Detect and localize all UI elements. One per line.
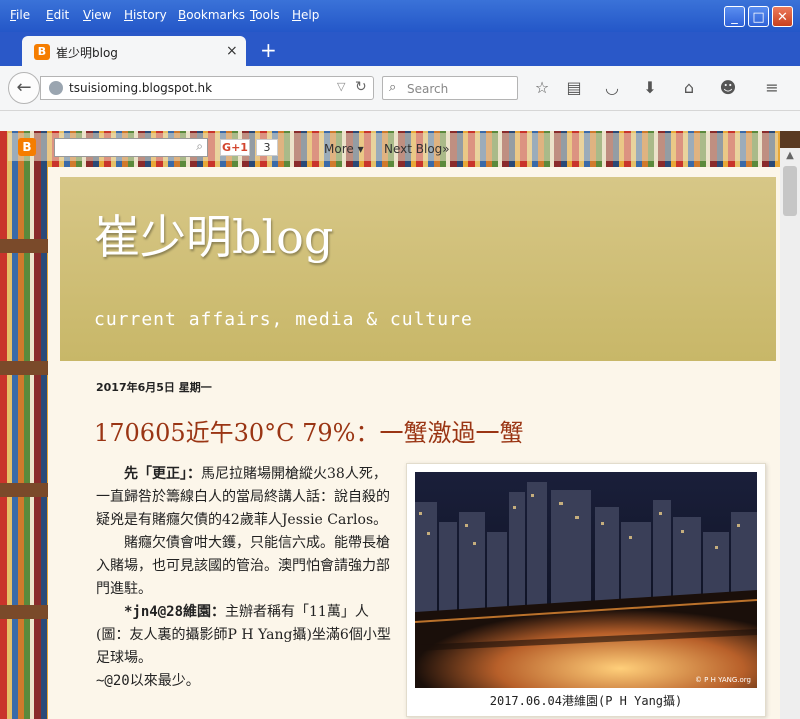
globe-icon: [49, 81, 63, 95]
post-title[interactable]: 170605近午30°C 79%：一蟹激過一蟹: [94, 413, 524, 448]
photo-watermark: © P H YANG.org: [695, 676, 751, 684]
tab-close-icon[interactable]: ×: [226, 43, 238, 59]
search-placeholder: Search: [407, 82, 449, 96]
post-body: 先「更正」：馬尼拉賭場開槍縱火38人死，一直歸咎於籌線白人的當局終講人話：說自殺…: [96, 463, 396, 693]
hamburger-menu-icon[interactable]: ≡: [762, 78, 782, 98]
blog-content: 崔少明blog current affairs, media & culture…: [48, 167, 780, 719]
next-blog-link[interactable]: Next Blog»: [384, 142, 450, 156]
paragraph-text: 賭癮欠債會咁大鑊，只能信六成。能帶長槍入賭場，也可見該國的管治。澳門怕會請強力部…: [96, 535, 390, 597]
bookmarks-bar: [0, 111, 800, 131]
vigil-photo[interactable]: © P H YANG.org: [415, 472, 757, 688]
vertical-scrollbar[interactable]: ▲: [780, 148, 800, 719]
tab-title: 崔少明blog: [56, 46, 118, 60]
post-figure: © P H YANG.org 2017.06.04港維園(P H Yang攝): [406, 463, 766, 717]
paragraph-text: ~@20以來最少。: [96, 673, 200, 689]
menu-edit[interactable]: Edit: [46, 8, 69, 22]
menu-tools[interactable]: Tools: [250, 8, 280, 22]
minimize-button[interactable]: _: [724, 6, 745, 27]
search-icon[interactable]: ⌕: [196, 139, 203, 154]
menu-history[interactable]: History: [124, 8, 167, 22]
reading-list-icon[interactable]: ▤: [564, 78, 584, 98]
more-menu[interactable]: More ▾: [324, 142, 364, 156]
back-arrow-icon: ←: [16, 77, 32, 98]
search-icon: ⌕: [389, 80, 397, 95]
gplus-count: 3: [256, 139, 278, 156]
vigil-photo-image: © P H YANG.org: [415, 472, 757, 688]
blog-title[interactable]: 崔少明blog: [94, 201, 333, 267]
page-viewport: B ⌕ G+1 3 More ▾ Next Blog» 崔少明blog curr…: [0, 131, 800, 719]
scroll-up-icon[interactable]: ▲: [780, 148, 800, 164]
paragraph-lead: *jn4@28維園：: [124, 604, 226, 620]
blogger-logo-icon[interactable]: B: [18, 138, 36, 156]
pocket-icon[interactable]: ◡: [602, 78, 622, 98]
url-dropdown-icon[interactable]: ▽: [337, 80, 345, 93]
paragraph: 先「更正」：馬尼拉賭場開槍縱火38人死，一直歸咎於籌線白人的當局終講人話：說自殺…: [96, 463, 396, 532]
reload-icon[interactable]: ↻: [355, 79, 367, 95]
url-bar[interactable]: tsuisioming.blogspot.hk ▽ ↻: [40, 76, 374, 100]
tab-active[interactable]: B 崔少明blog ×: [22, 36, 246, 68]
gplus-button[interactable]: G+1: [220, 139, 250, 156]
menu-bookmarks[interactable]: Bookmarks: [178, 8, 245, 22]
blog-description: current affairs, media & culture: [94, 309, 473, 330]
blog-search-input[interactable]: ⌕: [54, 138, 208, 157]
search-input[interactable]: ⌕ Search: [382, 76, 518, 100]
url-text[interactable]: tsuisioming.blogspot.hk: [69, 81, 212, 95]
menu-file[interactable]: File: [10, 8, 30, 22]
figure-caption: 2017.06.04港維園(P H Yang攝): [489, 694, 683, 708]
close-window-button[interactable]: ✕: [772, 6, 793, 27]
paragraph: ~@20以來最少。: [96, 670, 396, 693]
post-date: 2017年6月5日 星期一: [96, 381, 212, 394]
scrollbar-thumb[interactable]: [783, 166, 797, 216]
menu-view[interactable]: View: [83, 8, 111, 22]
menu-help[interactable]: Help: [292, 8, 319, 22]
new-tab-button[interactable]: +: [260, 40, 277, 60]
blogger-favicon-icon: B: [34, 44, 50, 60]
paragraph: 賭癮欠債會咁大鑊，只能信六成。能帶長槍入賭場，也可見該國的管治。澳門怕會請強力部…: [96, 532, 396, 601]
home-icon[interactable]: ⌂: [679, 78, 699, 98]
maximize-button[interactable]: □: [748, 6, 769, 27]
blogger-navbar: B ⌕ G+1 3 More ▾ Next Blog»: [8, 133, 778, 161]
chat-icon[interactable]: ☻: [718, 78, 738, 98]
downloads-icon[interactable]: ⬇: [640, 78, 660, 98]
paragraph-lead: 先「更正」：: [124, 466, 201, 482]
back-button[interactable]: ←: [8, 72, 40, 104]
blog-header: 崔少明blog current affairs, media & culture: [60, 177, 776, 361]
bookmark-star-icon[interactable]: ☆: [532, 78, 552, 98]
paragraph: *jn4@28維園：主辦者稱有「11萬」人(圖：友人裏的攝影師P H Yang攝…: [96, 601, 396, 670]
menu-bar: File Edit View History Bookmarks Tools H…: [0, 0, 800, 32]
